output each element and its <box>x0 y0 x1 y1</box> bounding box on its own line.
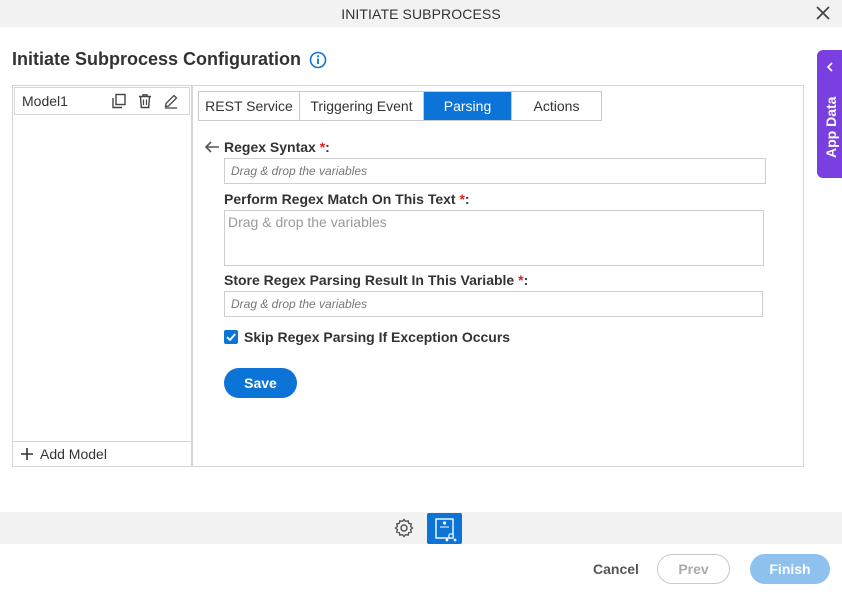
trash-icon[interactable] <box>137 93 153 109</box>
back-arrow-icon[interactable] <box>204 140 220 154</box>
checkmark-icon <box>226 333 236 342</box>
add-model-button[interactable]: Add Model <box>13 441 191 466</box>
tab-bar: REST Service Triggering Event Parsing Ac… <box>198 91 602 121</box>
dialog-title: INITIATE SUBPROCESS <box>341 5 501 22</box>
skip-exception-checkbox[interactable] <box>224 330 238 344</box>
tab-actions[interactable]: Actions <box>512 92 601 120</box>
finish-button[interactable]: Finish <box>750 554 830 584</box>
edit-icon[interactable] <box>163 93 179 109</box>
tab-rest-service[interactable]: REST Service <box>199 92 300 120</box>
tab-triggering-event[interactable]: Triggering Event <box>300 92 424 120</box>
skip-exception-label: Skip Regex Parsing If Exception Occurs <box>244 329 511 345</box>
match-text-label: Perform Regex Match On This Text *: <box>224 191 470 207</box>
dialog-title-bar: INITIATE SUBPROCESS <box>0 0 842 27</box>
save-button[interactable]: Save <box>224 368 297 398</box>
tab-parsing[interactable]: Parsing <box>424 92 512 120</box>
info-icon[interactable] <box>309 51 327 69</box>
page-title: Initiate Subprocess Configuration <box>12 49 302 69</box>
store-result-label: Store Regex Parsing Result In This Varia… <box>224 272 529 288</box>
model-view-button[interactable] <box>427 513 462 544</box>
model-name: Model1 <box>22 93 68 109</box>
prev-button[interactable]: Prev <box>657 554 730 584</box>
skip-exception-row: Skip Regex Parsing If Exception Occurs <box>224 329 510 345</box>
app-data-label: App Data <box>823 96 839 158</box>
cancel-button[interactable]: Cancel <box>593 561 639 577</box>
gear-icon[interactable] <box>393 517 415 539</box>
match-text-input[interactable]: Drag & drop the variables <box>224 210 764 266</box>
model-panel: Model1 Add Model <box>12 85 192 467</box>
store-result-input[interactable]: Drag & drop the variables <box>224 291 763 317</box>
main-panel: REST Service Triggering Event Parsing Ac… <box>192 85 804 467</box>
plus-icon <box>21 448 33 460</box>
copy-icon[interactable] <box>111 93 127 109</box>
add-model-label: Add Model <box>40 446 107 462</box>
close-icon[interactable] <box>814 4 832 22</box>
regex-syntax-input[interactable]: Drag & drop the variables <box>224 158 766 184</box>
bottom-toolbar <box>0 512 842 544</box>
regex-syntax-label: Regex Syntax *: <box>224 139 330 155</box>
page-heading: Initiate Subprocess Configuration <box>12 49 327 70</box>
chevron-left-icon <box>826 62 833 72</box>
model-list-item[interactable]: Model1 <box>14 87 190 115</box>
app-data-tab[interactable]: App Data <box>817 50 842 178</box>
model-icon <box>435 518 457 542</box>
